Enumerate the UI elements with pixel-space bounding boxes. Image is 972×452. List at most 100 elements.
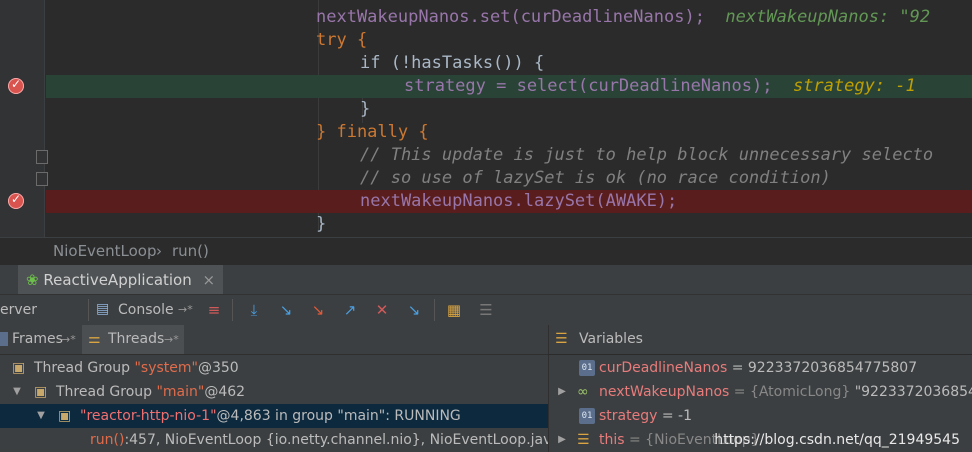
code-text: try {: [316, 30, 368, 50]
thread-group-prefix: Thread Group: [34, 360, 135, 376]
thread-group-icon: ▣: [12, 360, 26, 376]
frames-tab[interactable]: Frames: [12, 325, 63, 354]
code-text: }: [316, 214, 327, 234]
code-line[interactable]: nextWakeupNanos.set(curDeadlineNanos); n…: [46, 6, 972, 29]
field-icon: 01: [579, 408, 595, 424]
step-out-icon[interactable]: ↗: [340, 300, 360, 320]
variables-icon: ☰: [555, 331, 568, 347]
code-editor[interactable]: nextWakeupNanos.set(curDeadlineNanos); n…: [0, 0, 972, 237]
code-text: }: [360, 99, 371, 119]
breakpoint-icon[interactable]: [8, 192, 24, 209]
breadcrumb: NioEventLoop › run(): [0, 237, 972, 265]
variable-row[interactable]: 01 strategy = -1: [549, 404, 972, 428]
show-execution-point-icon[interactable]: ≡: [204, 300, 224, 320]
watermark: https://blog.csdn.net/qq_21949545: [714, 432, 960, 448]
evaluate-expression-icon[interactable]: ▦: [444, 300, 464, 320]
fold-marker-icon[interactable]: [36, 150, 48, 164]
variables-title: Variables: [579, 331, 643, 347]
debug-tab-bar: ❀ ReactiveApplication ×: [0, 264, 972, 295]
thread-group-id: @462: [204, 384, 246, 400]
run-to-cursor-icon[interactable]: ↘: [404, 300, 424, 320]
code-line[interactable]: } finally {: [46, 121, 972, 144]
run-config-tab[interactable]: ❀ ReactiveApplication ×: [18, 265, 224, 295]
code-text: if (!hasTasks()) {: [360, 53, 545, 73]
variable-value: = 9223372036854775807: [731, 360, 918, 376]
code-text: } finally {: [316, 122, 429, 142]
spring-boot-icon: ❀: [26, 271, 39, 289]
code-line[interactable]: }: [46, 213, 972, 236]
variable-type: = {AtomicLong}: [733, 384, 855, 400]
frame-method: run(): [90, 432, 125, 448]
variable-value: = -1: [661, 408, 692, 424]
divider: [88, 299, 89, 321]
inline-value: nextWakeupNanos: "92: [725, 7, 931, 27]
server-tab[interactable]: erver: [0, 295, 37, 325]
code-line[interactable]: }: [46, 98, 972, 121]
code-line[interactable]: if (!hasTasks()) {: [46, 52, 972, 75]
frames-icon: [0, 332, 8, 346]
thread-icon: ▣: [58, 408, 72, 424]
console-tab[interactable]: Console: [118, 295, 174, 325]
thread-group-id: @350: [197, 360, 239, 376]
expand-arrow-icon[interactable]: ▼: [34, 404, 48, 428]
breakpoint-icon[interactable]: [8, 77, 24, 94]
code-line-breakpoint[interactable]: nextWakeupNanos.lazySet(AWAKE);: [46, 190, 972, 213]
threads-icon: ⚌: [88, 331, 101, 347]
code-text: nextWakeupNanos.set(curDeadlineNanos);: [316, 7, 705, 27]
variable-row[interactable]: ▶ ∞ nextWakeupNanos = {AtomicLong} "9223…: [549, 380, 972, 404]
force-step-into-icon[interactable]: ↘: [308, 300, 328, 320]
threads-tab[interactable]: Threads: [108, 325, 164, 354]
drop-frame-icon[interactable]: ✕: [372, 300, 392, 320]
console-icon: ▤: [96, 301, 110, 317]
variable-name: nextWakeupNanos: [599, 384, 730, 400]
code-line[interactable]: try {: [46, 29, 972, 52]
code-text: strategy = select(curDeadlineNanos);: [404, 76, 773, 96]
thread-status: @4,863 in group "main": RUNNING: [216, 408, 461, 424]
code-line[interactable]: // This update is just to help block unn…: [46, 144, 972, 167]
thread-row[interactable]: ▼ ▣ "reactor-http-nio-1"@4,863 in group …: [0, 404, 548, 428]
variable-row[interactable]: 01 curDeadlineNanos = 922337203685477580…: [549, 356, 972, 380]
object-icon: ☰: [577, 432, 590, 448]
thread-group-name: "system": [134, 360, 198, 376]
thread-group-icon: ▣: [34, 384, 48, 400]
threads-pin-icon[interactable]: →*: [164, 325, 179, 354]
thread-group-name: "main": [156, 384, 205, 400]
variable-value: "922337203685477: [854, 384, 972, 400]
thread-group-prefix: Thread Group: [56, 384, 157, 400]
code-comment: // so use of lazySet is ok (no race cond…: [360, 168, 831, 188]
trace-stream-icon[interactable]: ☰: [476, 300, 496, 320]
pin-icon[interactable]: →*: [178, 295, 193, 325]
threads-tree: ▣ Thread Group "system"@350 ▼ ▣ Thread G…: [0, 355, 560, 452]
code-line[interactable]: // so use of lazySet is ok (no race cond…: [46, 167, 972, 190]
expand-arrow-icon[interactable]: ▼: [10, 380, 24, 404]
divider: [434, 299, 435, 321]
close-tab-icon[interactable]: ×: [203, 271, 216, 289]
variable-name: this: [599, 432, 625, 448]
variable-name: strategy: [599, 408, 658, 424]
breadcrumb-separator: ›: [156, 242, 162, 260]
frame-location: :457, NioEventLoop {io.netty.channel.nio…: [124, 432, 560, 448]
debug-toolbar: erver ▤ Console →* ≡ ⤓ ↘ ↘ ↗ ✕ ↘ ▦ ☰: [0, 294, 972, 326]
breadcrumb-class[interactable]: NioEventLoop: [53, 238, 157, 265]
variables-header: ☰ Variables: [548, 325, 972, 354]
run-config-label: ReactiveApplication: [43, 271, 192, 289]
divider: [232, 299, 233, 321]
thread-group-row[interactable]: ▣ Thread Group "system"@350: [0, 356, 548, 380]
frame-row[interactable]: run():457, NioEventLoop {io.netty.channe…: [0, 428, 560, 452]
expand-arrow-icon[interactable]: ▶: [555, 380, 569, 404]
thread-group-row[interactable]: ▼ ▣ Thread Group "main"@462: [0, 380, 548, 404]
code-comment: // This update is just to help block unn…: [360, 145, 934, 165]
watch-icon: ∞: [577, 384, 589, 400]
thread-name: "reactor-http-nio-1": [80, 408, 217, 424]
field-icon: 01: [579, 360, 595, 376]
inline-value: strategy: -1: [792, 76, 916, 96]
expand-arrow-icon[interactable]: ▶: [555, 428, 569, 452]
frames-pin-icon[interactable]: →*: [61, 325, 76, 354]
variable-name: curDeadlineNanos: [599, 360, 728, 376]
fold-marker-icon[interactable]: [36, 172, 48, 186]
code-line-current[interactable]: strategy = select(curDeadlineNanos); str…: [46, 75, 972, 98]
breadcrumb-method[interactable]: run(): [172, 238, 209, 265]
step-over-icon[interactable]: ⤓: [244, 300, 264, 320]
code-text: nextWakeupNanos.lazySet(AWAKE);: [360, 191, 678, 211]
step-into-icon[interactable]: ↘: [276, 300, 296, 320]
